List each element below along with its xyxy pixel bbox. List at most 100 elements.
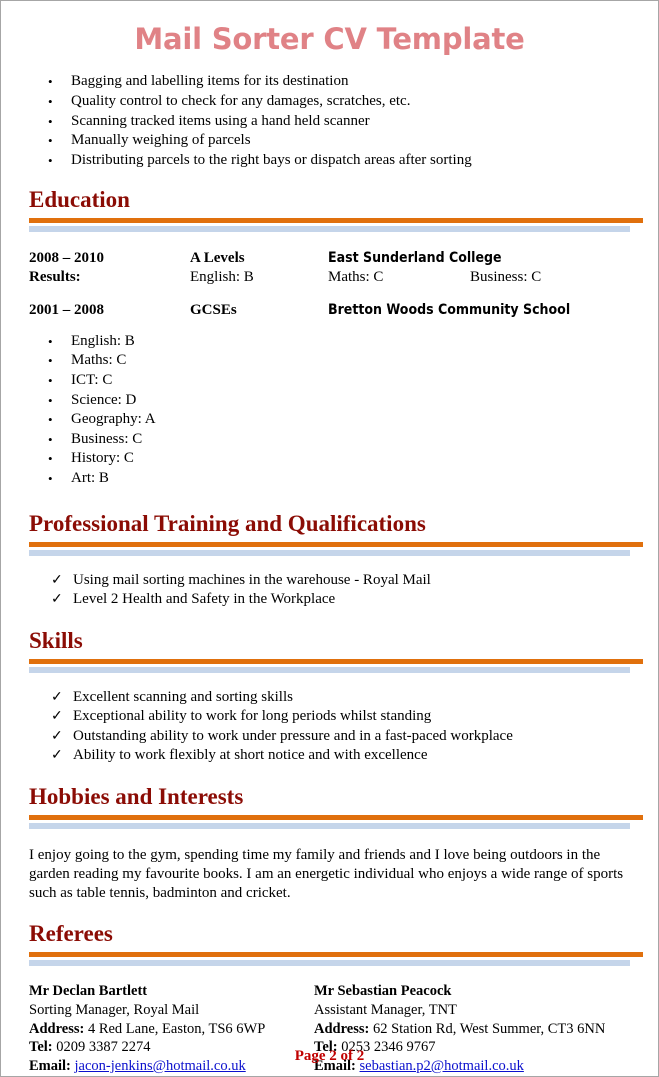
list-item: ✓ Level 2 Health and Safety in the Workp… bbox=[15, 590, 644, 609]
referee-role: Sorting Manager, Royal Mail bbox=[29, 1001, 200, 1018]
list-item-text: Distributing parcels to the right bays o… bbox=[71, 151, 472, 168]
divider-orange bbox=[29, 218, 643, 224]
list-item-text: History: C bbox=[71, 450, 134, 467]
bullet-icon: • bbox=[48, 133, 53, 149]
education-years: 2008 – 2010 bbox=[29, 250, 104, 267]
referee-role: Assistant Manager, TNT bbox=[314, 1001, 457, 1018]
list-item-text: English: B bbox=[71, 332, 135, 349]
hobbies-text: I enjoy going to the gym, spending time … bbox=[29, 847, 624, 902]
table-row: Results: English: B Maths: C Business: C bbox=[29, 268, 644, 287]
list-item-text: Outstanding ability to work under pressu… bbox=[73, 727, 513, 744]
table-row: 2008 – 2010 A Levels East Sunderland Col… bbox=[29, 249, 644, 268]
bullet-icon: • bbox=[48, 412, 53, 428]
education-institution: Bretton Woods Community School bbox=[328, 302, 571, 319]
bullet-icon: • bbox=[48, 451, 53, 467]
list-item-text: Science: D bbox=[71, 391, 137, 408]
bullet-icon: • bbox=[48, 392, 53, 408]
list-item-text: Bagging and labelling items for its dest… bbox=[71, 73, 349, 90]
section-heading: Referees bbox=[29, 921, 113, 947]
gcse-grades-list: • English: B • Maths: C • ICT: C • Scien… bbox=[15, 332, 644, 489]
referee-name: Mr Declan Bartlett bbox=[29, 983, 148, 1000]
section-heading: Professional Training and Qualifications bbox=[29, 510, 426, 536]
list-item-text: Maths: C bbox=[71, 352, 127, 369]
list-item-text: Art: B bbox=[71, 469, 109, 486]
address-value: 62 Station Rd, West Summer, CT3 6NN bbox=[372, 1020, 606, 1037]
education-qualification: GCSEs bbox=[190, 302, 237, 319]
list-item: • Scanning tracked items using a hand he… bbox=[15, 112, 644, 132]
bullet-icon: • bbox=[48, 113, 53, 129]
check-icon: ✓ bbox=[51, 591, 63, 607]
divider-blue bbox=[29, 226, 630, 233]
list-item: ✓ Excellent scanning and sorting skills bbox=[15, 688, 644, 707]
section-training: Professional Training and Qualifications… bbox=[15, 511, 644, 610]
list-item-text: Business: C bbox=[71, 430, 143, 447]
section-education: Education 2008 – 2010 A Levels East Sund… bbox=[15, 187, 644, 488]
divider-blue bbox=[29, 549, 630, 556]
page-title: Mail Sorter CV Template bbox=[134, 22, 525, 56]
referee-address: Address: 4 Red Lane, Easton, TS6 6WP bbox=[29, 1020, 265, 1039]
education-result: Maths: C bbox=[328, 268, 384, 285]
list-item: • ICT: C bbox=[15, 371, 644, 391]
bullet-icon: • bbox=[48, 152, 53, 168]
list-item-text: Quality control to check for any damages… bbox=[71, 92, 411, 109]
section-skills: Skills ✓ Excellent scanning and sorting … bbox=[15, 628, 644, 765]
list-item: • Quality control to check for any damag… bbox=[15, 92, 644, 112]
education-qualification: A Levels bbox=[190, 250, 245, 267]
list-item: • Distributing parcels to the right bays… bbox=[15, 151, 644, 171]
list-item-text: Exceptional ability to work for long per… bbox=[73, 708, 432, 725]
page-footer: Page 2 of 2 bbox=[294, 1048, 365, 1064]
list-item-text: Level 2 Health and Safety in the Workpla… bbox=[73, 590, 336, 607]
cv-page: Mail Sorter CV Template • Bagging and la… bbox=[0, 0, 659, 1077]
list-item-text: Using mail sorting machines in the wareh… bbox=[73, 571, 431, 588]
table-row: 2001 – 2008 GCSEs Bretton Woods Communit… bbox=[29, 301, 644, 320]
list-item: • History: C bbox=[15, 449, 644, 469]
referee-address: Address: 62 Station Rd, West Summer, CT3… bbox=[314, 1020, 605, 1039]
bullet-icon: • bbox=[48, 93, 53, 109]
address-value: 4 Red Lane, Easton, TS6 6WP bbox=[87, 1020, 266, 1037]
education-result: English: B bbox=[190, 268, 254, 285]
list-item-text: ICT: C bbox=[71, 372, 113, 388]
list-item-text: Ability to work flexibly at short notice… bbox=[73, 747, 428, 764]
list-item: ✓ Ability to work flexibly at short noti… bbox=[15, 746, 644, 765]
referee-name: Mr Sebastian Peacock bbox=[314, 983, 452, 1000]
list-item: ✓ Using mail sorting machines in the war… bbox=[15, 571, 644, 590]
list-item: • English: B bbox=[15, 332, 644, 352]
list-item: • Geography: A bbox=[15, 410, 644, 430]
divider-orange bbox=[29, 952, 643, 958]
list-item-text: Scanning tracked items using a hand held… bbox=[71, 112, 370, 129]
bullet-icon: • bbox=[48, 470, 53, 486]
list-item: • Maths: C bbox=[15, 351, 644, 371]
divider-orange bbox=[29, 815, 643, 821]
section-heading: Education bbox=[29, 187, 130, 213]
list-item-text: Geography: A bbox=[71, 411, 156, 428]
training-list: ✓ Using mail sorting machines in the war… bbox=[15, 571, 644, 610]
skills-list: ✓ Excellent scanning and sorting skills … bbox=[15, 688, 644, 765]
bullet-icon: • bbox=[48, 74, 53, 90]
education-results-label: Results: bbox=[29, 268, 81, 285]
divider-blue bbox=[29, 823, 630, 830]
bullet-icon: • bbox=[48, 431, 53, 447]
bullet-icon: • bbox=[48, 373, 53, 388]
address-label: Address: bbox=[29, 1020, 85, 1037]
list-item: • Bagging and labelling items for its de… bbox=[15, 72, 644, 92]
check-icon: ✓ bbox=[51, 728, 63, 744]
list-item: • Business: C bbox=[15, 430, 644, 450]
divider-orange bbox=[29, 541, 643, 547]
list-item-text: Excellent scanning and sorting skills bbox=[73, 689, 293, 706]
divider-blue bbox=[29, 960, 630, 967]
list-item: ✓ Exceptional ability to work for long p… bbox=[15, 707, 644, 726]
divider-orange bbox=[29, 659, 643, 665]
list-item: • Manually weighing of parcels bbox=[15, 131, 644, 151]
check-icon: ✓ bbox=[51, 572, 63, 588]
list-item-text: Manually weighing of parcels bbox=[71, 132, 251, 149]
divider-blue bbox=[29, 667, 630, 674]
education-table: 2008 – 2010 A Levels East Sunderland Col… bbox=[15, 249, 644, 320]
list-item: • Art: B bbox=[15, 469, 644, 489]
education-result: Business: C bbox=[470, 268, 542, 285]
list-item: • Science: D bbox=[15, 391, 644, 411]
education-years: 2001 – 2008 bbox=[29, 302, 104, 319]
check-icon: ✓ bbox=[51, 709, 63, 725]
check-icon: ✓ bbox=[51, 748, 63, 764]
section-heading: Hobbies and Interests bbox=[29, 784, 244, 810]
